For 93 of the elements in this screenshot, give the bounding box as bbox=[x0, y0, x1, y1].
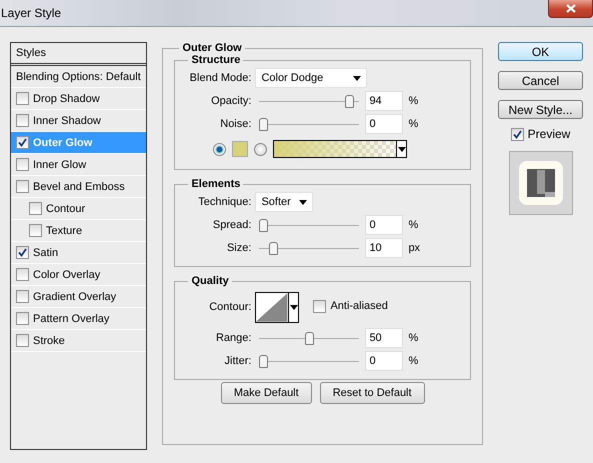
slider-thumb[interactable] bbox=[304, 332, 314, 344]
checkbox-label: Anti-aliased bbox=[330, 300, 388, 312]
radio-button[interactable] bbox=[213, 142, 226, 156]
field-label: Jitter: bbox=[224, 355, 252, 367]
dialog-button[interactable]: OK bbox=[498, 42, 583, 61]
checkbox[interactable] bbox=[16, 290, 29, 303]
style-label: Outer Glow bbox=[33, 136, 92, 148]
value-field[interactable]: 94 bbox=[365, 91, 404, 111]
slider-thumb[interactable] bbox=[259, 218, 268, 232]
style-label: Blending Options: Default bbox=[16, 70, 141, 82]
unit-label: % bbox=[408, 118, 418, 130]
panel-button[interactable]: Make Default bbox=[220, 382, 312, 404]
preview-drawing bbox=[518, 161, 562, 205]
caret-icon bbox=[398, 146, 406, 152]
field-label: Range: bbox=[214, 332, 252, 344]
style-item[interactable]: Drop Shadow bbox=[11, 88, 146, 110]
checkbox[interactable] bbox=[16, 158, 29, 171]
style-label: Color Overlay bbox=[33, 268, 100, 280]
dropdown[interactable]: Color Dodge bbox=[255, 68, 368, 88]
style-item[interactable]: Texture bbox=[11, 220, 146, 242]
field-label: Contour: bbox=[208, 301, 252, 313]
style-item[interactable]: Contour bbox=[11, 198, 146, 220]
dialog-button[interactable]: Cancel bbox=[498, 71, 583, 90]
style-item[interactable]: Gradient Overlay bbox=[11, 286, 146, 308]
value-field[interactable]: 50 bbox=[365, 328, 404, 348]
caret-icon bbox=[290, 304, 298, 310]
field-label: Blend Mode: bbox=[188, 72, 252, 84]
style-item[interactable]: Bevel and Emboss bbox=[11, 176, 146, 198]
style-label: Stroke bbox=[33, 334, 65, 346]
unit-label: % bbox=[408, 219, 418, 231]
style-label: Contour bbox=[46, 202, 86, 214]
checkbox[interactable] bbox=[29, 224, 42, 237]
list-header: Styles bbox=[11, 43, 146, 66]
dialog-button[interactable]: New Style... bbox=[498, 100, 583, 119]
style-label: Bevel and Emboss bbox=[33, 180, 125, 192]
slider-thumb[interactable] bbox=[259, 118, 268, 130]
checkbox[interactable] bbox=[16, 312, 29, 325]
close-icon bbox=[566, 4, 576, 13]
style-item[interactable]: Inner Glow bbox=[11, 154, 146, 176]
checkbox[interactable] bbox=[16, 334, 29, 347]
style-item[interactable]: Stroke bbox=[11, 330, 146, 352]
group-title: Elements bbox=[190, 178, 242, 190]
value-field[interactable]: 10 bbox=[365, 238, 404, 258]
slider-thumb[interactable] bbox=[344, 94, 354, 108]
value-field[interactable]: 0 bbox=[365, 351, 404, 371]
style-label: Inner Shadow bbox=[33, 114, 101, 126]
checkbox[interactable] bbox=[16, 136, 29, 149]
checkbox[interactable] bbox=[313, 300, 326, 312]
group-title: Outer Glow bbox=[181, 42, 243, 54]
checkbox[interactable] bbox=[16, 92, 29, 105]
checkbox[interactable] bbox=[16, 246, 29, 259]
panel-button[interactable]: Reset to Default bbox=[320, 382, 425, 404]
gradient-picker[interactable] bbox=[273, 140, 408, 158]
field-label: Noise: bbox=[219, 118, 252, 130]
group-title: Quality bbox=[190, 275, 230, 287]
contour-curve-icon bbox=[256, 292, 288, 322]
checkbox-label: Preview bbox=[528, 127, 570, 141]
style-label: Inner Glow bbox=[33, 158, 86, 170]
style-label: Gradient Overlay bbox=[33, 290, 116, 302]
value-field[interactable]: 0 bbox=[365, 215, 404, 235]
style-label: Drop Shadow bbox=[33, 92, 100, 104]
caret-icon bbox=[353, 76, 362, 80]
checkbox[interactable] bbox=[29, 202, 42, 215]
unit-label: % bbox=[408, 95, 418, 107]
style-item[interactable]: Color Overlay bbox=[11, 264, 146, 286]
style-item[interactable]: Blending Options: Default bbox=[11, 66, 146, 88]
contour-picker[interactable] bbox=[255, 292, 300, 322]
checkbox[interactable] bbox=[16, 180, 29, 193]
dropdown[interactable]: Softer bbox=[255, 192, 313, 212]
unit-label: px bbox=[408, 242, 420, 254]
value-field[interactable]: 0 bbox=[365, 114, 404, 134]
style-label: Pattern Overlay bbox=[33, 312, 110, 324]
field-label: Size: bbox=[226, 242, 252, 254]
style-label: Satin bbox=[33, 246, 58, 258]
field-label: Spread: bbox=[212, 219, 252, 231]
close-button[interactable] bbox=[548, 0, 593, 18]
caret-icon bbox=[298, 200, 307, 204]
slider-thumb[interactable] bbox=[259, 354, 268, 368]
style-label: Texture bbox=[46, 224, 82, 236]
slider-thumb[interactable] bbox=[268, 242, 278, 254]
unit-label: % bbox=[408, 355, 418, 367]
field-label: Opacity: bbox=[210, 95, 252, 107]
field-label: Technique: bbox=[197, 196, 252, 208]
radio-button[interactable] bbox=[254, 142, 268, 156]
style-item[interactable]: Pattern Overlay bbox=[11, 308, 146, 330]
checkbox[interactable] bbox=[510, 128, 524, 140]
unit-label: % bbox=[408, 332, 418, 344]
group-title: Structure bbox=[190, 54, 242, 66]
window-title: Layer Style bbox=[0, 5, 62, 20]
checkbox[interactable] bbox=[16, 268, 29, 281]
color-swatch[interactable] bbox=[232, 141, 248, 157]
checkbox[interactable] bbox=[16, 114, 29, 127]
style-item[interactable]: Satin bbox=[11, 242, 146, 264]
